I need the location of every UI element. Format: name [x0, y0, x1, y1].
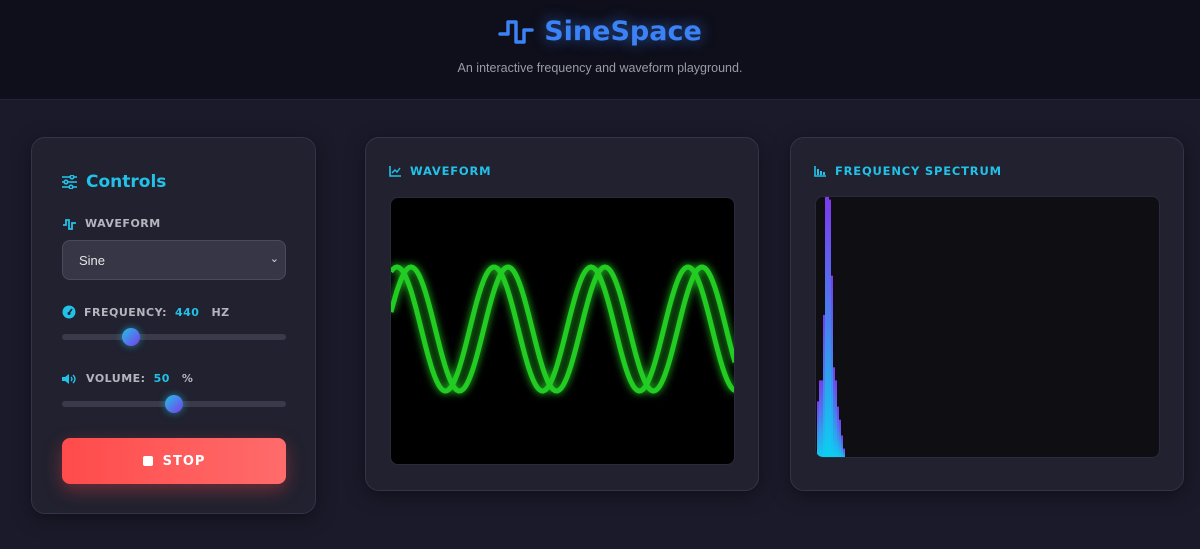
- volume-label-text: VOLUME:: [86, 372, 146, 385]
- sliders-icon: [62, 175, 77, 189]
- spectrum-bar: [829, 199, 831, 457]
- spectrum-panel: FREQUENCY SPECTRUM: [790, 137, 1184, 491]
- controls-heading: Controls: [62, 172, 166, 192]
- square-wave-icon: [498, 19, 534, 44]
- stop-icon: [142, 456, 153, 466]
- volume-slider[interactable]: [62, 395, 286, 413]
- spectrum-bar: [821, 380, 823, 457]
- spectrum-bar: [819, 380, 821, 457]
- chevron-down-icon: ⌄: [269, 253, 279, 265]
- volume-slider-thumb[interactable]: [165, 395, 183, 413]
- volume-unit: %: [181, 372, 194, 385]
- volume-label: VOLUME: 50 %: [62, 372, 193, 385]
- volume-value: 50: [153, 372, 170, 385]
- waveform-canvas: [390, 197, 735, 465]
- controls-title: Controls: [86, 172, 167, 192]
- waveform-label-text: WAVEFORM: [85, 217, 161, 230]
- spectrum-bar: [823, 314, 825, 457]
- app-title-text: SineSpace: [544, 16, 702, 47]
- spectrum-bar: [827, 197, 829, 457]
- frequency-label: FREQUENCY: 440 HZ: [62, 305, 230, 319]
- spectrum-bar: [835, 380, 837, 457]
- waveform-select-value: Sine: [79, 253, 106, 268]
- spectrum-heading: FREQUENCY SPECTRUM: [814, 164, 1002, 178]
- spectrum-bar: [837, 406, 839, 457]
- spectrum-bar: [817, 401, 819, 457]
- waveform-heading: WAVEFORM: [389, 164, 491, 178]
- frequency-slider[interactable]: [62, 328, 286, 346]
- stop-button-label: STOP: [162, 453, 206, 469]
- bar-chart-icon: [814, 165, 826, 177]
- spectrum-bar: [825, 197, 827, 457]
- frequency-label-text: FREQUENCY:: [84, 305, 167, 319]
- wave-icon: [63, 218, 76, 230]
- waveform-panel: WAVEFORM: [365, 137, 759, 491]
- spectrum-bar: [843, 448, 845, 457]
- frequency-unit: HZ: [211, 305, 230, 319]
- gauge-icon: [62, 305, 76, 319]
- spectrum-canvas: [815, 196, 1160, 458]
- waveform-trace-b: [391, 264, 734, 394]
- waveform-select[interactable]: Sine ⌄: [62, 240, 286, 280]
- controls-panel: Controls WAVEFORM Sine ⌄ FREQUENCY: 440 …: [31, 137, 316, 514]
- spectrum-title: FREQUENCY SPECTRUM: [835, 164, 1002, 178]
- waveform-label: WAVEFORM: [62, 217, 161, 230]
- frequency-slider-thumb[interactable]: [122, 328, 141, 346]
- spectrum-bar: [833, 367, 835, 457]
- stop-button[interactable]: STOP: [62, 438, 286, 484]
- spectrum-bar: [839, 419, 841, 457]
- app-subtitle: An interactive frequency and waveform pl…: [457, 61, 743, 75]
- volume-icon: [62, 373, 76, 384]
- frequency-value: 440: [174, 305, 200, 319]
- spectrum-bar: [841, 435, 843, 457]
- waveform-title: WAVEFORM: [410, 164, 492, 178]
- app-title: SineSpace: [0, 16, 1200, 47]
- app-header: SineSpace An interactive frequency and w…: [0, 0, 1200, 100]
- spectrum-bar: [831, 275, 833, 457]
- line-chart-icon: [389, 165, 401, 177]
- waveform-trace-a: [391, 264, 734, 394]
